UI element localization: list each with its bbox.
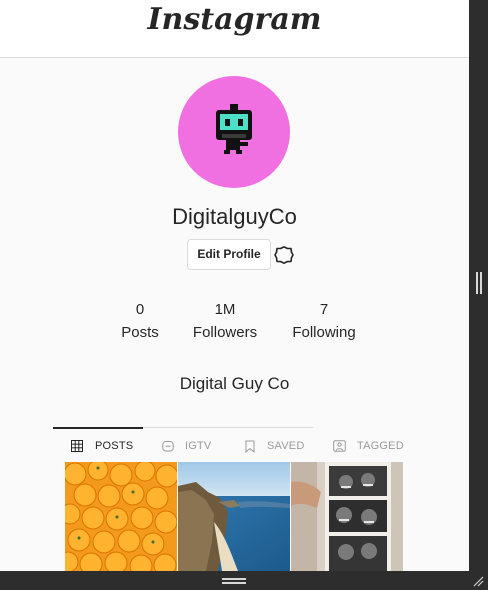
tag-person-icon <box>333 440 346 452</box>
followers-label[interactable]: Followers <box>185 324 265 341</box>
coastline-image <box>178 462 290 571</box>
top-header: Instagram <box>0 0 469 58</box>
avatar[interactable] <box>178 76 290 188</box>
following-label[interactable]: Following <box>284 324 364 341</box>
resize-corner-icon[interactable] <box>472 575 484 587</box>
edit-profile-button[interactable]: Edit Profile <box>187 239 271 270</box>
tab-label: SAVED <box>267 440 305 452</box>
photo-booth-strip-image <box>291 462 403 571</box>
bookmark-icon <box>245 440 255 453</box>
instagram-logo[interactable]: Instagram <box>0 2 469 37</box>
followers-count[interactable]: 1M <box>195 301 255 318</box>
resize-grip[interactable] <box>222 578 246 580</box>
following-count[interactable]: 7 <box>294 301 354 318</box>
tab-tagged[interactable]: TAGGED <box>333 438 404 454</box>
vertical-resize-bar[interactable] <box>469 0 488 590</box>
tab-label: TAGGED <box>357 440 404 452</box>
igtv-icon <box>162 441 174 452</box>
post-thumbnail[interactable] <box>65 462 177 571</box>
tab-saved[interactable]: SAVED <box>244 438 304 454</box>
tab-label: IGTV <box>185 440 212 452</box>
post-thumbnail[interactable] <box>178 462 290 571</box>
gear-icon[interactable] <box>274 245 294 265</box>
tab-posts[interactable]: POSTS <box>71 438 133 454</box>
active-tab-indicator <box>53 427 143 429</box>
post-thumbnail[interactable] <box>291 462 403 571</box>
posts-count: 0 <box>135 301 145 318</box>
profile-username: DigitalguyCo <box>172 204 297 229</box>
tab-igtv[interactable]: IGTV <box>162 438 211 454</box>
tab-label: POSTS <box>95 440 134 452</box>
robot-icon <box>216 104 252 154</box>
resize-grip[interactable] <box>476 272 478 294</box>
grid-icon <box>71 440 83 452</box>
horizontal-resize-bar[interactable] <box>0 571 488 590</box>
oranges-image <box>65 462 177 571</box>
profile-full-name: Digital Guy Co <box>179 374 290 393</box>
posts-label: Posts <box>121 324 159 341</box>
